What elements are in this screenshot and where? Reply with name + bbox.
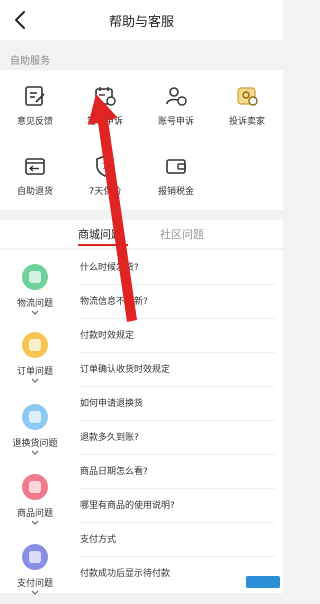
question-text: 哪里有商品的使用说明? (80, 501, 175, 511)
page-title: 帮助与客服 (108, 15, 174, 30)
returns-icon (22, 404, 48, 430)
service-account-appeal-button[interactable]: 账号申诉 (141, 76, 211, 136)
svg-text:7: 7 (102, 162, 107, 171)
service-complain-seller-button[interactable]: 投诉卖家 (212, 76, 282, 136)
question-item[interactable]: 如何申请退换货 (80, 386, 275, 421)
question-item[interactable]: 什么时候发货? (80, 250, 275, 285)
top-bar: 帮助与客服 (0, 0, 283, 40)
service-label: 7天保价 (88, 187, 122, 197)
watermark-logo (246, 576, 280, 588)
question-text: 付款成功后显示待付款 (80, 569, 171, 579)
question-item[interactable]: 支付方式 (80, 522, 275, 557)
question-item[interactable]: 订单确认收货时效规定 (80, 352, 275, 387)
chevron-down-icon (31, 310, 39, 315)
question-text: 退款多久到账? (80, 433, 139, 443)
question-text: 支付方式 (80, 535, 117, 545)
question-item[interactable]: 付款时效规定 (80, 318, 275, 353)
account-appeal-icon (166, 87, 187, 106)
question-text: 订单确认收货时效规定 (80, 365, 171, 375)
tab-community-questions[interactable]: 社区问题 (160, 226, 204, 242)
question-text: 如何申请退换货 (80, 399, 144, 409)
category-orders[interactable]: 订单问题 (0, 326, 70, 392)
self-service-grid: 意见反馈 笔记申诉 账号申诉 投诉卖家 自助退货 7 7天保价 报销税金 (0, 70, 283, 210)
question-text: 物流信息不更新? (80, 297, 148, 307)
orders-icon (22, 332, 48, 358)
question-item[interactable]: 物流信息不更新? (80, 284, 275, 319)
service-label: 笔记申诉 (86, 117, 123, 127)
service-price-protect-button[interactable]: 7 7天保价 (70, 146, 140, 206)
service-self-return-button[interactable]: 自助退货 (0, 146, 70, 206)
question-text: 什么时候发货? (80, 263, 139, 273)
category-label: 退换货问题 (12, 439, 58, 449)
faq-tabs: 商城问题 社区问题 (0, 220, 283, 248)
payment-icon (22, 544, 48, 570)
category-products[interactable]: 商品问题 (0, 468, 70, 534)
question-item[interactable]: 哪里有商品的使用说明? (80, 488, 275, 523)
service-label: 报销税金 (157, 187, 194, 197)
service-label: 自助退货 (16, 187, 53, 197)
service-notes-appeal-button[interactable]: 笔记申诉 (70, 76, 140, 136)
question-text: 付款时效规定 (80, 331, 135, 341)
service-label: 账号申诉 (157, 117, 194, 127)
category-label: 支付问题 (16, 579, 53, 589)
complain-seller-icon (237, 87, 258, 106)
category-logistics[interactable]: 物流问题 (0, 258, 70, 324)
question-item[interactable]: 商品日期怎么看? (80, 454, 275, 489)
chevron-down-icon (31, 450, 39, 455)
category-label: 物流问题 (16, 299, 53, 309)
self-service-label: 自助服务 (10, 56, 50, 67)
chevron-down-icon (31, 590, 39, 595)
price-protect-icon: 7 (96, 155, 114, 177)
chevron-down-icon (31, 520, 39, 525)
category-returns[interactable]: 退换货问题 (0, 398, 70, 464)
chevron-down-icon (31, 378, 39, 383)
category-label: 商品问题 (16, 509, 53, 519)
products-icon (22, 474, 48, 500)
service-label: 投诉卖家 (228, 117, 265, 127)
category-label: 订单问题 (16, 367, 53, 377)
tab-mall-questions[interactable]: 商城问题 (78, 226, 122, 242)
question-text: 商品日期怎么看? (80, 467, 148, 477)
service-tax-reimburse-button[interactable]: 报销税金 (141, 146, 211, 206)
feedback-icon (25, 86, 45, 106)
logistics-icon (22, 264, 48, 290)
service-feedback-button[interactable]: 意见反馈 (0, 76, 70, 136)
service-label: 意见反馈 (16, 117, 53, 127)
self-return-icon (25, 158, 45, 175)
category-payment[interactable]: 支付问题 (0, 538, 70, 604)
tax-reimburse-icon (166, 159, 186, 174)
notes-appeal-icon (95, 87, 116, 106)
faq-content: 物流问题 订单问题 退换货问题 商品问题 支付问题 什么时候发货? 物流信息不更… (0, 250, 283, 595)
question-item[interactable]: 退款多久到账? (80, 420, 275, 455)
active-tab-indicator (78, 244, 128, 246)
